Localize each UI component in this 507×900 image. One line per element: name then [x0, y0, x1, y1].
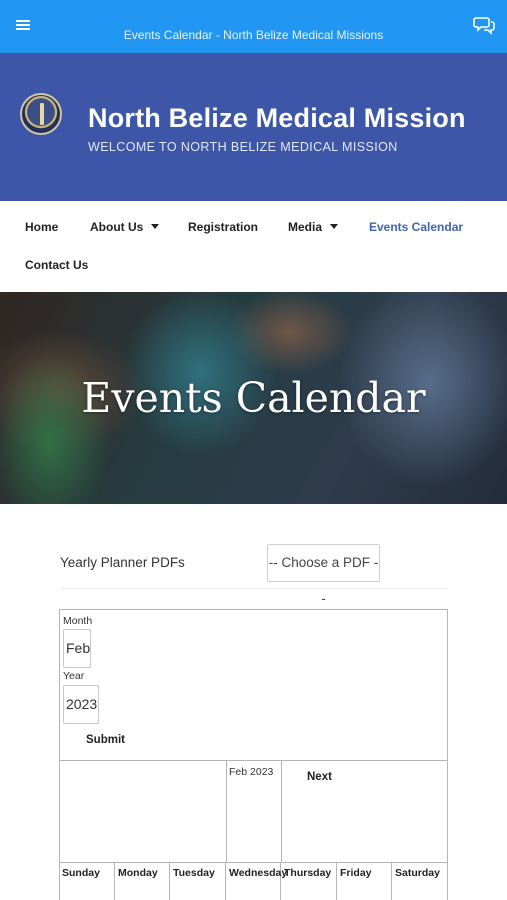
- pdf-select[interactable]: -- Choose a PDF --: [267, 544, 380, 606]
- grid-divider: [226, 761, 227, 863]
- app-bar-title: Events Calendar - North Belize Medical M…: [123, 28, 384, 42]
- next-month-button[interactable]: Next: [307, 771, 332, 783]
- weekday-friday: Friday: [337, 862, 392, 900]
- year-label: Year: [63, 670, 85, 682]
- grid-divider: [281, 761, 282, 863]
- app-bar: Events Calendar - North Belize Medical M…: [0, 0, 507, 53]
- weekday-monday: Monday: [115, 862, 170, 900]
- site-header: North Belize Medical Mission WELCOME TO …: [0, 53, 507, 201]
- current-month-label: Feb 2023: [229, 766, 274, 778]
- nav-item-about-us-label: About Us: [90, 220, 144, 234]
- month-label: Month: [63, 615, 93, 627]
- chat-icon[interactable]: [473, 15, 495, 35]
- caret-down-icon: [330, 224, 339, 229]
- weekday-saturday: Saturday: [395, 867, 440, 879]
- caret-down-icon: [151, 224, 160, 229]
- month-input[interactable]: Feb: [63, 629, 91, 668]
- weekday-sunday: Sunday: [59, 862, 115, 900]
- divider: [60, 588, 448, 589]
- nav-item-contact-us[interactable]: Contact Us: [25, 258, 88, 272]
- submit-button[interactable]: Submit: [86, 734, 125, 746]
- weekday-header-row: Sunday Monday Tuesday Wednesday Thursday…: [59, 862, 448, 900]
- main-nav: Home About Us Registration Media Events …: [0, 201, 507, 292]
- year-input[interactable]: 2023: [63, 685, 99, 724]
- weekday-wednesday: Wednesday: [226, 862, 287, 900]
- weekday-tuesday: Tuesday: [170, 862, 226, 900]
- nav-item-events-calendar[interactable]: Events Calendar: [369, 220, 463, 234]
- site-title[interactable]: North Belize Medical Mission: [88, 103, 466, 134]
- nav-item-home[interactable]: Home: [25, 220, 58, 234]
- hero-banner: Events Calendar: [0, 292, 507, 504]
- nav-item-media-label: Media: [288, 220, 323, 234]
- nav-item-registration[interactable]: Registration: [188, 220, 258, 234]
- site-tagline: WELCOME TO NORTH BELIZE MEDICAL MISSION: [88, 140, 398, 154]
- hero-title: Events Calendar: [81, 374, 426, 422]
- logo-icon[interactable]: [20, 93, 62, 135]
- yearly-planner-label: Yearly Planner PDFs: [60, 555, 185, 570]
- weekday-thursday: Thursday: [281, 862, 337, 900]
- nav-item-about-us[interactable]: About Us: [90, 220, 160, 234]
- nav-item-media[interactable]: Media: [288, 220, 339, 234]
